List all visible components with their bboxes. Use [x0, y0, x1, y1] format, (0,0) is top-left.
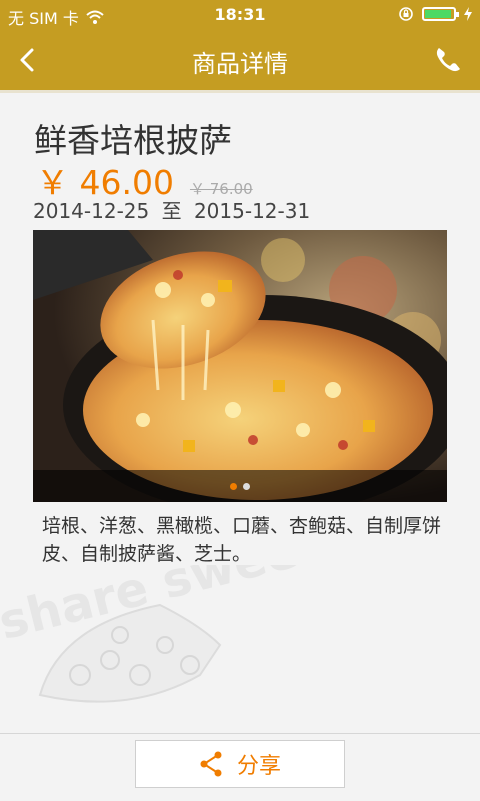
phone-icon — [436, 48, 460, 72]
product-image-carousel[interactable] — [33, 230, 447, 502]
battery-icon — [422, 7, 459, 21]
watermark-logo: share sweet — [0, 565, 320, 703]
status-bar: 无 SIM 卡 18:31 — [0, 0, 480, 30]
product-description: 培根、洋葱、黑橄榄、口蘑、杏鲍菇、自制厚饼皮、自制披萨酱、芝士。 — [42, 515, 442, 565]
page-title: 商品详情 — [192, 50, 288, 78]
start-date: 2014-12-25 — [33, 199, 150, 223]
share-icon — [200, 751, 222, 777]
rotation-lock-icon — [399, 7, 413, 21]
bottom-action-bar: 分享 — [0, 733, 480, 801]
carousel-dot[interactable] — [243, 482, 250, 490]
status-right — [398, 6, 472, 22]
end-date: 2015-12-31 — [193, 199, 311, 223]
charging-icon — [464, 7, 472, 21]
carousel-pager — [33, 470, 447, 502]
product-name: 鲜香培根披萨 — [34, 121, 232, 160]
validity-dates: 2014-12-25 至 2015-12-31 — [33, 195, 310, 224]
pizza-photo — [33, 230, 447, 502]
call-button[interactable] — [430, 42, 466, 78]
date-separator: 至 — [161, 199, 182, 223]
share-button[interactable]: 分享 — [135, 740, 345, 788]
nav-bar: 商品详情 — [0, 30, 480, 93]
share-label: 分享 — [236, 754, 281, 779]
carousel-dot-active[interactable] — [230, 482, 237, 490]
